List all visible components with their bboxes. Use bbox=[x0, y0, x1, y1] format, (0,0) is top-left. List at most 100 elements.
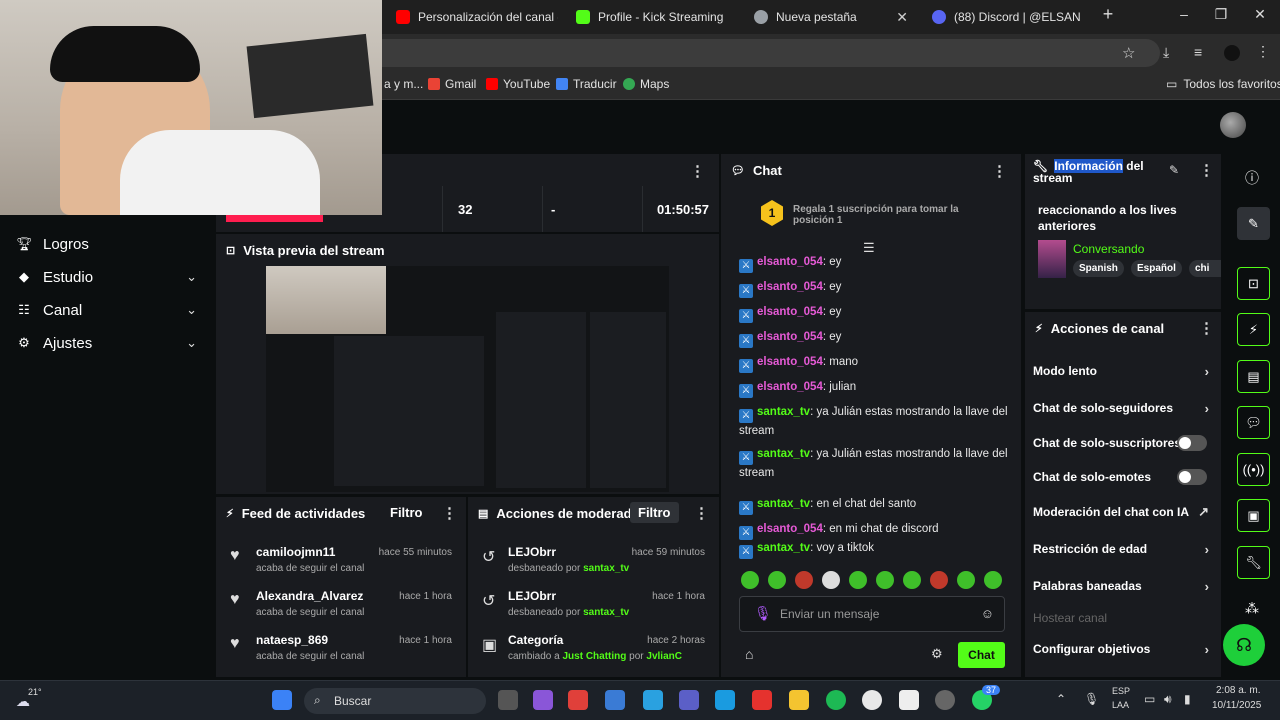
category-link[interactable]: Conversando bbox=[1073, 242, 1144, 256]
chat-username[interactable]: elsanto_054 bbox=[757, 331, 823, 343]
chat-username[interactable]: elsanto_054 bbox=[757, 306, 823, 318]
battery-icon[interactable]: ▮ bbox=[1184, 692, 1191, 706]
emote-icon[interactable] bbox=[876, 571, 894, 589]
copilot-icon[interactable] bbox=[533, 690, 553, 710]
sub-gift-banner[interactable]: 1 Regala 1 suscripción para tomar la pos… bbox=[721, 188, 1021, 242]
chat-username[interactable]: elsanto_054 bbox=[757, 381, 823, 393]
nav-canal[interactable]: ☷ Canal ⌄ bbox=[16, 298, 201, 322]
profile-icon[interactable] bbox=[1224, 45, 1240, 61]
more-icon[interactable]: ⋮ bbox=[1199, 161, 1214, 179]
chat-username[interactable]: elsanto_054 bbox=[757, 281, 823, 293]
chat-username[interactable]: elsanto_054 bbox=[757, 356, 823, 368]
support-button[interactable]: ☊ bbox=[1223, 624, 1265, 666]
emote-icon[interactable] bbox=[849, 571, 867, 589]
maximize-button[interactable]: ❐ bbox=[1207, 6, 1235, 23]
more-icon[interactable]: ⋮ bbox=[1199, 319, 1214, 337]
emote-icon[interactable] bbox=[795, 571, 813, 589]
app-icon[interactable] bbox=[568, 690, 588, 710]
store-icon[interactable]: ⌂ bbox=[745, 646, 753, 662]
nav-estudio[interactable]: ◆ Estudio ⌄ bbox=[16, 265, 201, 289]
edge-icon[interactable] bbox=[715, 690, 735, 710]
network-icon[interactable]: ▭ bbox=[1144, 692, 1155, 706]
actions-tool-button[interactable]: ⚡︎ bbox=[1237, 313, 1270, 346]
taskbar-search[interactable]: ⌕ Buscar bbox=[304, 688, 486, 714]
emote-icon[interactable] bbox=[984, 571, 1002, 589]
preview-tool-button[interactable]: ⊡ bbox=[1237, 267, 1270, 300]
bookmark-gmail[interactable]: Gmail bbox=[428, 77, 476, 91]
close-window-button[interactable]: ✕ bbox=[1246, 6, 1274, 23]
spotify-icon[interactable] bbox=[826, 690, 846, 710]
chrome-icon[interactable] bbox=[862, 690, 882, 710]
chat-username[interactable]: elsanto_054 bbox=[757, 256, 823, 268]
bookmark-translate[interactable]: Traducir bbox=[556, 77, 617, 91]
chat-send-button[interactable]: Chat bbox=[958, 642, 1005, 668]
tab-discord[interactable]: (88) Discord | @ELSAN bbox=[922, 4, 1092, 30]
emote-icon[interactable] bbox=[741, 571, 759, 589]
more-icon[interactable]: ⋮ bbox=[992, 162, 1007, 180]
action-slow-mode[interactable]: Modo lento › bbox=[1033, 360, 1213, 382]
task-view-icon[interactable] bbox=[498, 690, 518, 710]
media-icon[interactable]: ≡ bbox=[1194, 44, 1202, 60]
download-icon[interactable]: ⤓ bbox=[1163, 44, 1169, 61]
edit-icon[interactable]: ✎ bbox=[1169, 163, 1179, 177]
emote-icon[interactable] bbox=[768, 571, 786, 589]
tag[interactable]: Spanish bbox=[1073, 260, 1124, 277]
tag[interactable]: Español bbox=[1131, 260, 1182, 277]
tag[interactable]: chi bbox=[1189, 260, 1221, 277]
share-icon[interactable]: ⁂ bbox=[1245, 600, 1259, 617]
all-bookmarks[interactable]: ▭ Todos los favoritos bbox=[1166, 77, 1280, 91]
action-goals[interactable]: Configurar objetivos › bbox=[1033, 638, 1213, 660]
star-icon[interactable]: ☆ bbox=[1122, 44, 1135, 62]
url-input[interactable] bbox=[270, 39, 1160, 67]
emote-icon[interactable] bbox=[822, 571, 840, 589]
emote-icon[interactable] bbox=[957, 571, 975, 589]
action-age-restriction[interactable]: Restricción de edad › bbox=[1033, 538, 1213, 560]
tools-tool-button[interactable]: 🔧︎ bbox=[1237, 546, 1270, 579]
tab-new[interactable]: Nueva pestaña ✕ bbox=[744, 4, 916, 30]
action-followers-only[interactable]: Chat de solo-seguidores › bbox=[1033, 397, 1213, 419]
new-tab-button[interactable]: + bbox=[1094, 4, 1122, 25]
chat-username[interactable]: santax_tv bbox=[757, 448, 810, 460]
mod-filter-button[interactable]: Filtro bbox=[630, 502, 679, 523]
app-icon[interactable] bbox=[643, 690, 663, 710]
emote-icon[interactable] bbox=[930, 571, 948, 589]
app-icon[interactable] bbox=[899, 690, 919, 710]
mic-icon[interactable]: 🎙︎ bbox=[754, 605, 772, 622]
more-icon[interactable]: ⋮ bbox=[690, 162, 705, 180]
category-thumbnail[interactable] bbox=[1038, 240, 1066, 278]
nav-ajustes[interactable]: ⚙ Ajustes ⌄ bbox=[16, 331, 201, 355]
chat-input[interactable]: 🎙︎ Enviar un mensaje ☺ bbox=[739, 596, 1005, 632]
mic-icon[interactable]: 🎙︎ bbox=[1084, 692, 1099, 706]
bookmark-maps[interactable]: Maps bbox=[623, 77, 669, 91]
mod-tool-button[interactable]: ▤ bbox=[1237, 360, 1270, 393]
windows-start-icon[interactable] bbox=[272, 690, 292, 710]
bookmark-item[interactable]: a y m... bbox=[384, 77, 423, 91]
menu-icon[interactable]: ⋮ bbox=[1256, 43, 1270, 60]
subs-only-toggle[interactable] bbox=[1177, 435, 1207, 451]
chat-username[interactable]: elsanto_054 bbox=[757, 523, 823, 535]
gear-icon[interactable]: ⚙ bbox=[931, 646, 943, 662]
minimize-button[interactable]: – bbox=[1170, 6, 1198, 22]
video-tool-button[interactable]: ▣ bbox=[1237, 499, 1270, 532]
store-icon[interactable] bbox=[605, 690, 625, 710]
stream-preview-image[interactable] bbox=[266, 266, 669, 492]
chat-username[interactable]: santax_tv bbox=[757, 406, 810, 418]
chat-tool-button[interactable]: 💬︎ bbox=[1237, 406, 1270, 439]
tab-kick[interactable]: Profile - Kick Streaming bbox=[566, 4, 738, 30]
feed-filter-button[interactable]: Filtro bbox=[390, 505, 423, 520]
app-icon[interactable] bbox=[752, 690, 772, 710]
teams-icon[interactable] bbox=[679, 690, 699, 710]
broadcast-tool-button[interactable]: ((•)) bbox=[1237, 453, 1270, 486]
nav-logros[interactable]: 🏆︎ Logros bbox=[16, 232, 201, 256]
folder-icon[interactable] bbox=[789, 690, 809, 710]
emoji-icon[interactable]: ☺ bbox=[981, 606, 994, 621]
edit-tool-button[interactable]: ✎ bbox=[1237, 207, 1270, 240]
chat-username[interactable]: santax_tv bbox=[757, 542, 810, 554]
action-ai-moderation[interactable]: Moderación del chat con IA ↗ bbox=[1033, 501, 1213, 523]
more-icon[interactable]: ⋮ bbox=[694, 504, 709, 522]
action-banned-words[interactable]: Palabras baneadas › bbox=[1033, 575, 1213, 597]
info-icon[interactable]: ⓘ bbox=[1245, 168, 1259, 188]
more-icon[interactable]: ⋮ bbox=[442, 504, 457, 522]
avatar[interactable] bbox=[1220, 112, 1246, 138]
emote-icon[interactable] bbox=[903, 571, 921, 589]
